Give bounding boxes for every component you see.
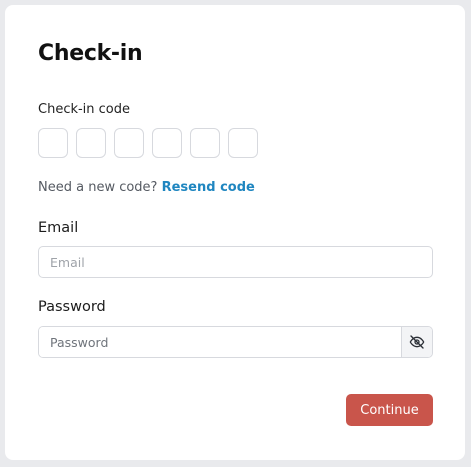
email-label: Email	[38, 220, 79, 236]
eye-off-icon	[409, 335, 425, 349]
code-digit-2[interactable]	[76, 128, 106, 158]
password-field-group	[38, 326, 433, 358]
resend-code-row: Need a new code? Resend code	[38, 180, 255, 195]
password-field[interactable]	[39, 327, 401, 357]
password-visibility-toggle[interactable]	[401, 327, 432, 357]
code-digit-5[interactable]	[190, 128, 220, 158]
code-digit-6[interactable]	[228, 128, 258, 158]
continue-button[interactable]: Continue	[346, 394, 433, 426]
code-digit-1[interactable]	[38, 128, 68, 158]
check-in-code-label: Check-in code	[38, 102, 131, 117]
resend-code-link[interactable]: Resend code	[162, 180, 255, 195]
code-digit-3[interactable]	[114, 128, 144, 158]
check-in-card: Check-in Check-in code Need a new code? …	[5, 5, 465, 460]
email-field[interactable]	[38, 246, 433, 278]
check-in-code-inputs	[38, 128, 258, 158]
page-title: Check-in	[38, 41, 143, 66]
resend-prompt: Need a new code?	[38, 180, 158, 195]
code-digit-4[interactable]	[152, 128, 182, 158]
password-label: Password	[38, 299, 106, 315]
